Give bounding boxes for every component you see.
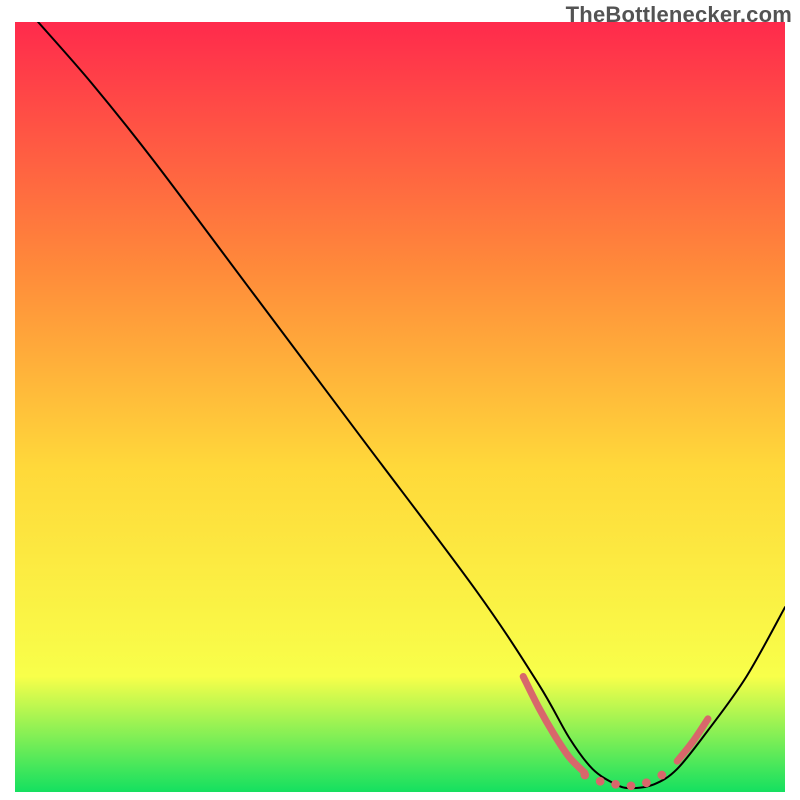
plot-area xyxy=(15,22,785,792)
optimal-band-bottom-dot xyxy=(611,780,620,789)
optimal-band-bottom-dot xyxy=(627,781,636,790)
optimal-band-bottom-dot xyxy=(580,771,589,780)
chart-container: TheBottlenecker.com xyxy=(0,0,800,800)
chart-svg xyxy=(15,22,785,792)
optimal-band-bottom-dot xyxy=(596,777,605,786)
optimal-band-bottom-dot xyxy=(642,778,651,787)
optimal-band-bottom-dot xyxy=(657,771,666,780)
gradient-background xyxy=(15,22,785,792)
watermark-text: TheBottlenecker.com xyxy=(566,2,792,28)
